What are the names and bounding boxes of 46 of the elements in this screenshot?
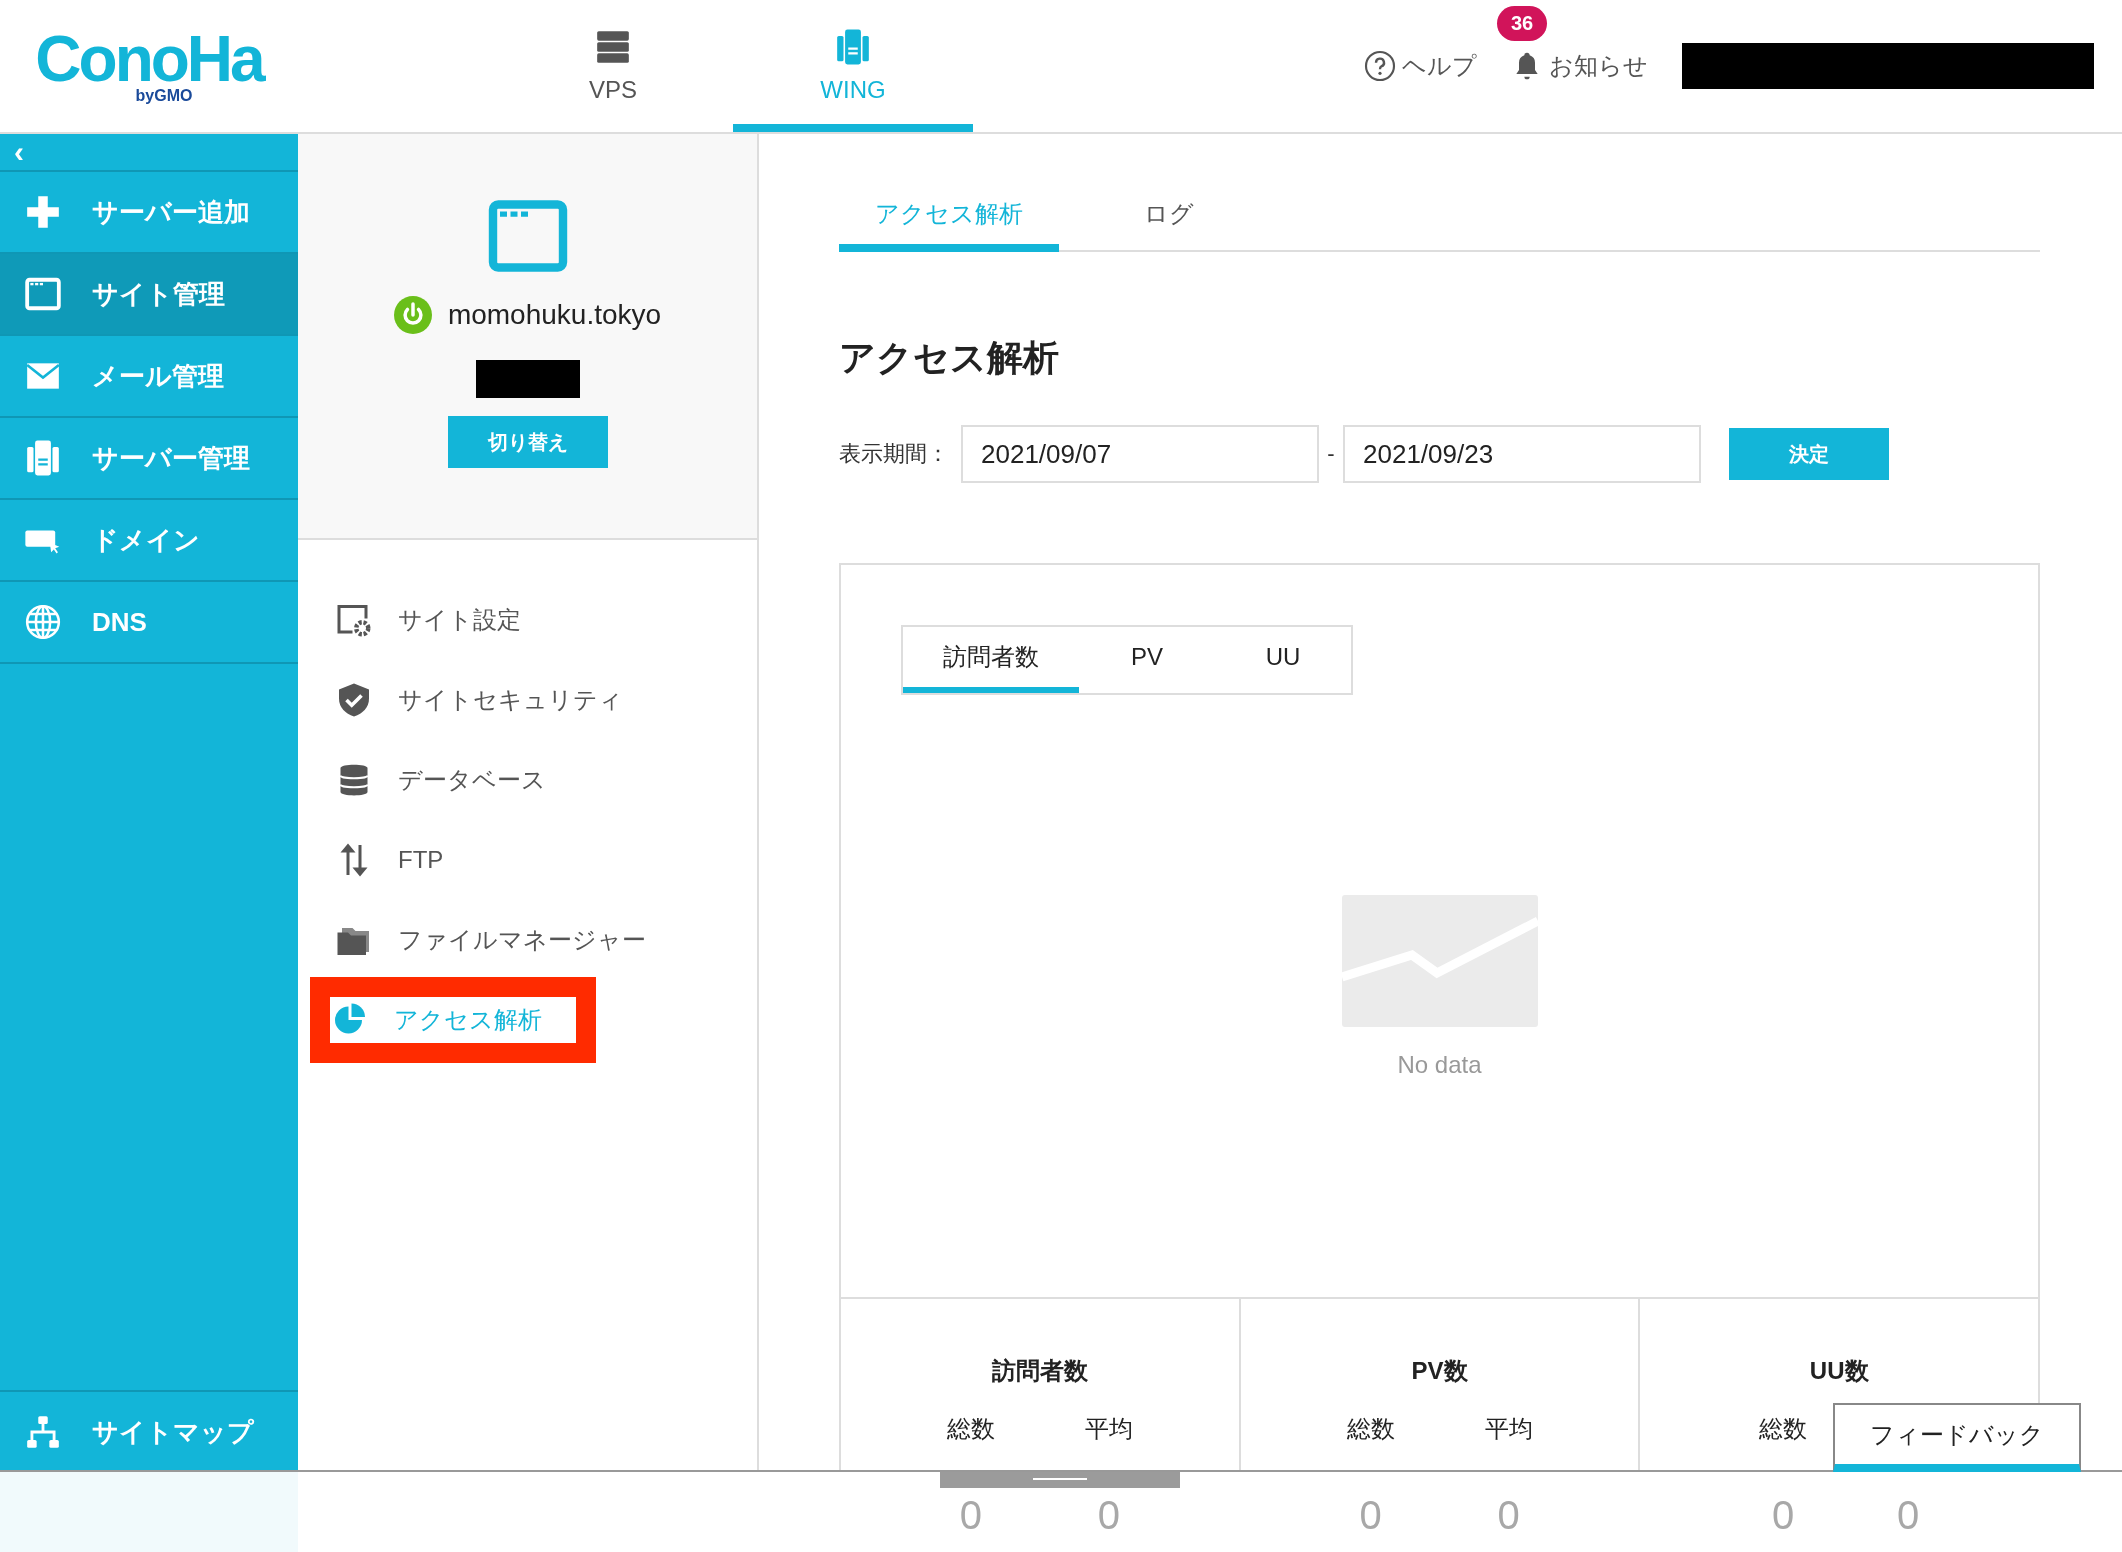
page-heading: アクセス解析 (839, 336, 1060, 380)
stat-value: 0 (1359, 1493, 1382, 1537)
chart-tab[interactable]: PV (1079, 627, 1215, 693)
feedback-button[interactable]: フィードバック (1833, 1403, 2081, 1472)
sitemap-icon (24, 1413, 62, 1451)
shield-check-icon (336, 682, 372, 718)
stat-title: UU数 (1809, 1356, 1869, 1386)
stat-label: 平均 (1484, 1414, 1533, 1443)
period-label: 表示期間： (839, 440, 949, 468)
end-date-field[interactable]: 2021/09/23 (1343, 425, 1701, 483)
globe-icon (24, 603, 62, 641)
plus-icon (24, 193, 62, 231)
server-rack-icon (594, 28, 632, 66)
stat-title: 訪問者数 (991, 1356, 1088, 1386)
server-icon (24, 439, 62, 477)
site-menu-item[interactable]: FTP (310, 820, 596, 900)
logo[interactable]: ConoHa byGMO (0, 0, 298, 132)
drawer-handle[interactable] (940, 1472, 1180, 1488)
site-menu-item[interactable]: サイト設定 (310, 580, 596, 660)
tab[interactable]: ログ (1059, 184, 1279, 252)
window-gear-icon (336, 602, 372, 638)
help-icon (1364, 50, 1396, 82)
help-link[interactable]: ヘルプ (1364, 50, 1477, 82)
stat-label: 平均 (1084, 1414, 1133, 1443)
browser-window-icon (24, 275, 62, 313)
site-menu-item[interactable]: データベース (310, 740, 596, 820)
stat-value: 0 (1771, 1493, 1795, 1537)
server-icon (834, 28, 872, 66)
site-menu-item[interactable]: ファイルマネージャー (310, 900, 666, 980)
chart-tab[interactable]: 訪問者数 (903, 627, 1079, 693)
domain-name: momohuku.tokyo (447, 299, 662, 331)
site-menu-item[interactable]: サイトセキュリティ (310, 660, 643, 740)
stat-label: 総数 (1759, 1414, 1808, 1443)
nav-tab[interactable]: VPS (493, 0, 733, 132)
notification-count-badge: 36 (1497, 6, 1548, 41)
chart-tab[interactable]: UU (1215, 627, 1351, 693)
stat-label: 総数 (946, 1414, 995, 1443)
stat-value: 0 (1497, 1493, 1520, 1537)
date-separator: - (1326, 441, 1336, 467)
empty-message: No data (1397, 1051, 1482, 1079)
stat-value: 0 (1897, 1493, 1920, 1537)
stat-title: PV数 (1411, 1356, 1468, 1386)
stat-label: 総数 (1346, 1414, 1395, 1443)
stat-value: 0 (959, 1493, 982, 1537)
start-date-field[interactable]: 2021/09/07 (961, 425, 1319, 483)
stat-value: 0 (1097, 1493, 1120, 1537)
